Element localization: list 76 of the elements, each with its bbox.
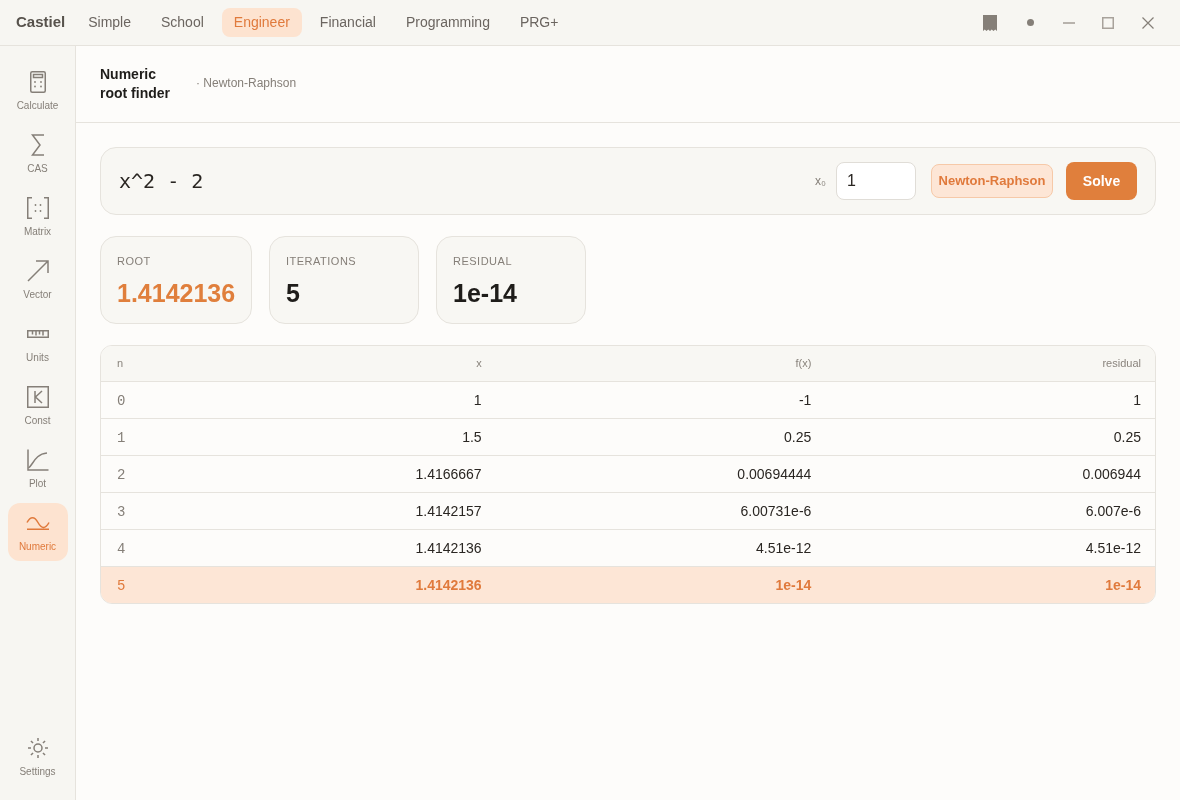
sidebar-item[interactable]: Plot <box>7 440 68 498</box>
table-cell-text: 2 <box>117 466 126 485</box>
tab[interactable]: School <box>149 8 216 37</box>
table-cell-text: 0.25 <box>1113 427 1141 447</box>
sidebar-item[interactable]: Vector <box>7 251 68 309</box>
table-cell-text: 0.006944 <box>1082 464 1141 484</box>
ruler-icon <box>26 329 49 338</box>
expression-input[interactable]: x^2 - 2 <box>119 166 815 196</box>
receipt-icon[interactable] <box>983 14 997 31</box>
calculator-icon <box>29 70 46 93</box>
table-cell-text: 1e-14 <box>775 575 812 595</box>
stat-label: ROOT <box>117 254 152 269</box>
tab[interactable]: Programming <box>393 8 502 37</box>
table-row[interactable]: 0 1 -1 1 <box>101 381 1155 418</box>
stat-value: 1e-14 <box>453 277 518 309</box>
sidebar-item[interactable]: Calculate <box>7 62 68 120</box>
table-cell-text: 1e-14 <box>1105 575 1141 595</box>
table-cell-text: 1.4142157 <box>415 501 482 521</box>
table-cell-text: 6.007e-6 <box>1085 501 1141 521</box>
table-cell-text: 1 <box>117 429 126 448</box>
tab[interactable]: Engineer <box>221 8 302 37</box>
sidebar-item[interactable]: Const <box>7 377 68 435</box>
table-cell-text: 4 <box>117 540 126 559</box>
page-title: Numeric root finder <box>100 65 171 103</box>
sigma-icon <box>30 133 45 156</box>
table-cell-text: 6.00731e-6 <box>740 501 812 521</box>
minimize-icon[interactable] <box>1063 21 1075 24</box>
column-header: n <box>117 356 124 372</box>
settings-icon <box>26 737 49 759</box>
table-cell-text: 1.4142136 <box>415 538 482 558</box>
table-cell-text: 0 <box>117 392 126 411</box>
matrix-icon <box>26 196 49 219</box>
sidebar-item[interactable]: Numeric <box>7 503 68 561</box>
stat-value: 1.4142136 <box>117 277 235 309</box>
constant-icon <box>26 385 49 408</box>
table-cell-text: 0.00694444 <box>737 464 812 484</box>
sidebar-item[interactable]: Units <box>7 314 68 372</box>
table-row[interactable]: 5 1.4142136 1e-14 1e-14 <box>101 566 1155 603</box>
maximize-icon[interactable] <box>1102 16 1114 29</box>
settings-item[interactable]: Settings <box>7 737 68 778</box>
x0-input[interactable]: 1 <box>836 162 916 200</box>
plot-icon <box>26 448 49 471</box>
table-cell-text: 1.4166667 <box>415 464 482 484</box>
x0-label: x₀ <box>815 173 826 190</box>
table-cell-text: 4.51e-12 <box>756 538 812 558</box>
table-cell-text: -1 <box>798 390 812 410</box>
stat-value: 5 <box>286 277 301 309</box>
stat-label: ITERATIONS <box>286 254 358 269</box>
method-button[interactable]: Newton-Raphson <box>931 164 1053 198</box>
table-cell-text: 1.4142136 <box>415 575 482 595</box>
sidebar-item[interactable]: CAS <box>7 125 68 183</box>
column-header: x <box>476 356 482 372</box>
table-row[interactable]: 3 1.4142157 6.00731e-6 6.007e-6 <box>101 492 1155 529</box>
tab[interactable]: Simple <box>76 8 143 37</box>
tab[interactable]: Financial <box>307 8 388 37</box>
stat-label: RESIDUAL <box>453 254 514 269</box>
sidebar-item[interactable]: Matrix <box>7 188 68 246</box>
dot-icon[interactable] <box>1027 19 1034 26</box>
close-icon[interactable] <box>1142 16 1154 29</box>
table-cell-text: 1 <box>473 390 482 410</box>
app-name: Castiel <box>16 12 66 33</box>
table-cell-text: 5 <box>117 577 126 596</box>
table-cell-text: 3 <box>117 503 126 522</box>
table-cell-text: 1 <box>1133 390 1141 410</box>
table-row[interactable]: 2 1.4166667 0.00694444 0.006944 <box>101 455 1155 492</box>
table-cell-text: 4.51e-12 <box>1085 538 1141 558</box>
arrow-icon <box>26 259 49 282</box>
wave-icon <box>25 515 50 530</box>
solve-button[interactable]: Solve <box>1066 162 1137 200</box>
table-cell-text: 0.25 <box>784 427 812 447</box>
table-cell-text: 1.5 <box>462 427 482 447</box>
column-header: residual <box>1102 356 1141 372</box>
table-row[interactable]: 1 1.5 0.25 0.25 <box>101 418 1155 455</box>
page-subtitle: · Newton-Raphson <box>196 74 297 92</box>
column-header: f(x) <box>795 356 812 372</box>
tab[interactable]: PRG+ <box>507 8 571 37</box>
